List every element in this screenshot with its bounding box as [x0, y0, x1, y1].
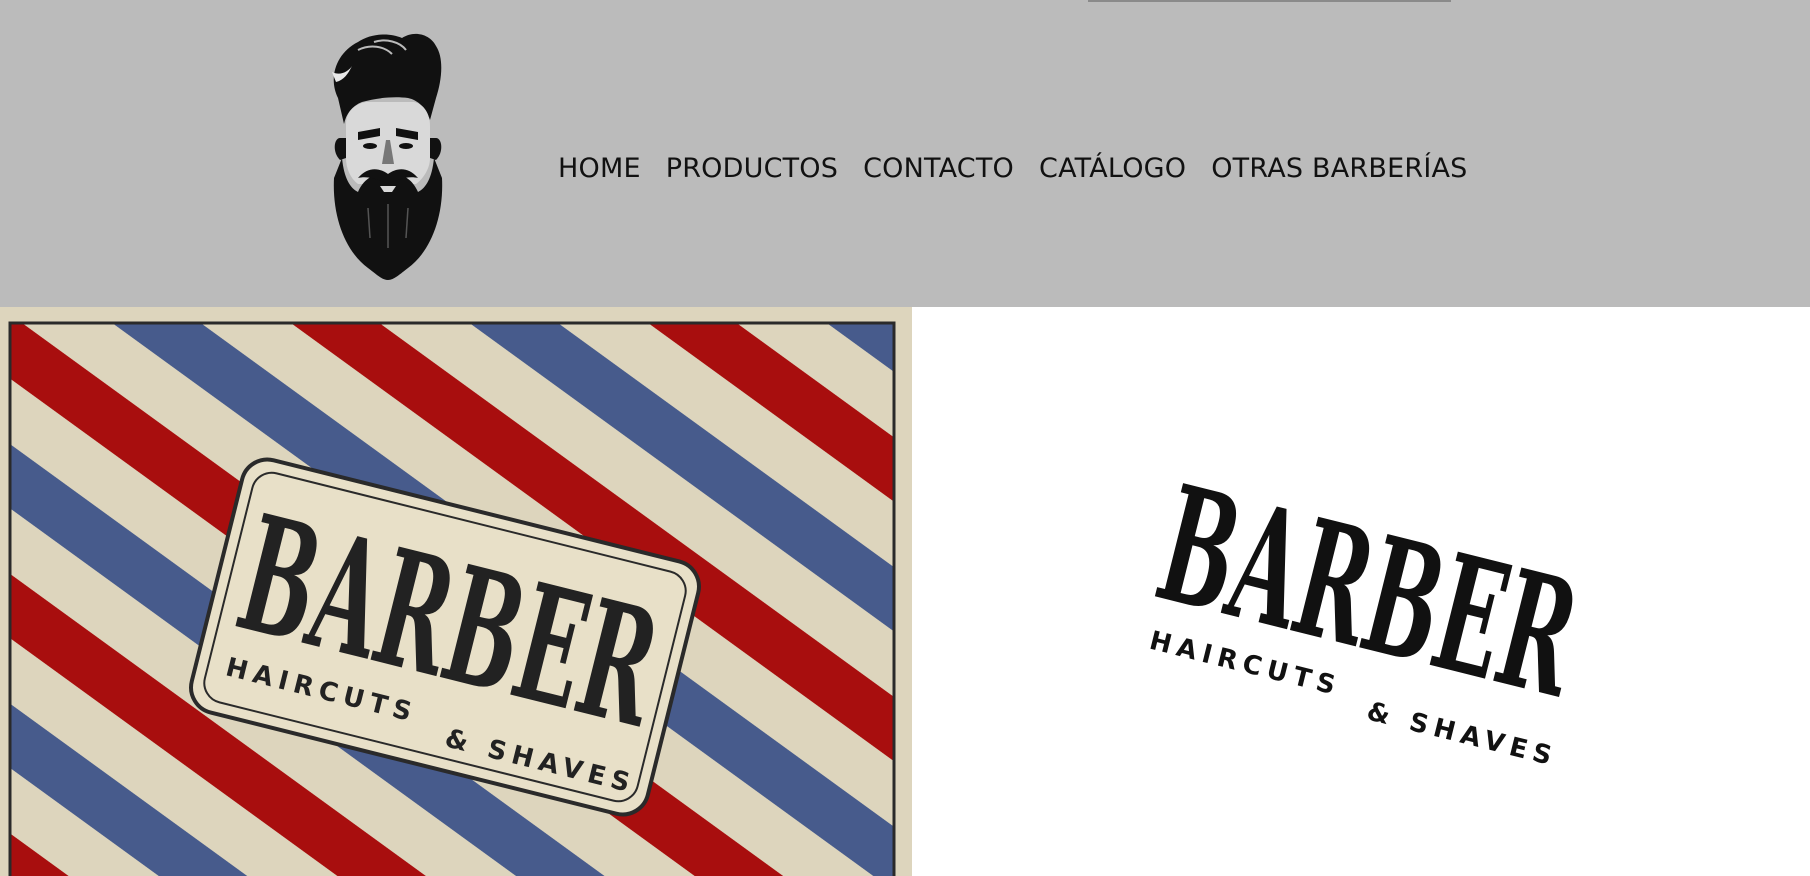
nav-home[interactable]: HOME — [558, 153, 641, 184]
nav-productos[interactable]: PRODUCTOS — [666, 153, 838, 184]
main-nav: HOME PRODUCTOS CONTACTO CATÁLOGO OTRAS B… — [558, 150, 1468, 186]
nav-catalogo[interactable]: CATÁLOGO — [1039, 153, 1186, 184]
barber-poster-image: BARBER HAIRCUTS & SHAVES — [0, 307, 912, 876]
site-header: HOME PRODUCTOS CONTACTO CATÁLOGO OTRAS B… — [0, 0, 1810, 307]
barber-logo-image: BARBER HAIRCUTS & SHAVES — [912, 307, 1810, 876]
nav-otras-barberias[interactable]: OTRAS BARBERÍAS — [1211, 153, 1467, 184]
nav-contacto[interactable]: CONTACTO — [863, 153, 1014, 184]
bearded-man-icon[interactable] — [318, 28, 454, 282]
header-top-line — [1088, 0, 1451, 2]
